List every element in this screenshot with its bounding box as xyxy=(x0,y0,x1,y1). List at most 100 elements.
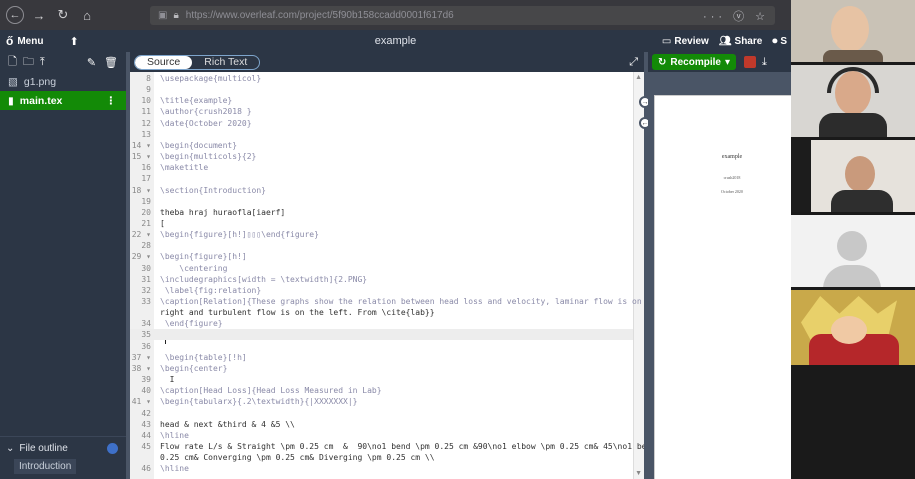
code-text: \section{Introduction} xyxy=(160,185,266,195)
file-item-g1-png[interactable]: ▧ g1.png xyxy=(0,72,126,91)
code-line[interactable]: 8 \usepackage{multicol} xyxy=(130,73,633,84)
code-line[interactable]: 38 ▾ \begin{center} xyxy=(130,363,633,374)
code-line[interactable]: 42 xyxy=(130,408,633,419)
delete-icon[interactable]: 🗑︎ xyxy=(104,56,118,69)
share-icon: 👥︎ xyxy=(718,35,732,47)
code-line[interactable]: 14 ▾ \begin{document} xyxy=(130,140,633,151)
code-text: \title{example} xyxy=(160,96,233,106)
code-line[interactable]: 29 ▾ \begin{figure}[h!] xyxy=(130,251,633,262)
code-line[interactable]: right and turbulent flow is on the left.… xyxy=(130,307,633,318)
code-line[interactable]: 10 \title{example} xyxy=(130,95,633,106)
code-line[interactable]: 37 ▾ \begin{table}[!h] xyxy=(130,352,633,363)
code-line[interactable]: 18 ▾ \section{Introduction} xyxy=(130,185,633,196)
editor-toolbar: Source Rich Text ⤢ xyxy=(130,52,644,72)
code-line[interactable]: 35 xyxy=(130,329,633,341)
code-line[interactable]: 31 \includegraphics[width = \textwidth]{2… xyxy=(130,274,633,285)
line-number: 8 xyxy=(146,74,151,83)
code-text: \begin{multicols}{2} xyxy=(160,152,257,162)
file-tree-sidebar: 🗋︎ 🗀︎ ⤒ ✎ 🗑︎ ▧ g1.png ▮ main.tex ⋮ xyxy=(0,52,126,479)
code-line[interactable]: 40 \caption[Head Loss]{Head Loss Measured… xyxy=(130,385,633,396)
code-line[interactable]: 28 xyxy=(130,240,633,251)
code-text: [ xyxy=(160,218,165,228)
source-mode-button[interactable]: Source xyxy=(135,55,193,69)
reload-icon[interactable]: ↻ xyxy=(54,6,72,24)
code-line[interactable]: 22 ▾ \begin{figure}[h!]▯▯▯\end{figure} xyxy=(130,229,633,240)
code-line[interactable]: 21 [ xyxy=(130,218,633,229)
code-line[interactable]: 9 xyxy=(130,84,633,95)
info-icon[interactable] xyxy=(107,443,118,454)
code-editor[interactable]: ▲ ▼ 8 \usepackage{multicol} 9 10 \title{exam… xyxy=(130,72,644,479)
recompile-button[interactable]: ↻ Recompile ▾ xyxy=(652,54,736,70)
code-text: \hline xyxy=(160,464,189,474)
file-item-main-tex[interactable]: ▮ main.tex ⋮ xyxy=(0,91,126,110)
chevron-down-icon: ⌄ xyxy=(6,443,15,454)
new-file-icon[interactable]: 🗋︎ xyxy=(8,53,17,72)
recompile-label: Recompile xyxy=(670,56,721,68)
line-number: 18 ▾ xyxy=(131,185,151,195)
rich-text-mode-button[interactable]: Rich Text xyxy=(192,56,259,69)
forward-icon[interactable]: → xyxy=(30,6,48,24)
review-button[interactable]: ▭ Review xyxy=(662,36,709,47)
new-folder-icon[interactable]: 🗀︎ xyxy=(23,53,34,72)
code-line[interactable]: 34 \end{figure} xyxy=(130,318,633,329)
code-line[interactable]: 30 \centering xyxy=(130,263,633,274)
pdf-page[interactable]: example crush2018 October 2020 xyxy=(654,95,808,479)
submit-label: S xyxy=(780,35,787,47)
line-number: 44 xyxy=(141,430,151,440)
line-number: 42 xyxy=(141,408,151,418)
submit-button[interactable]: ⏺ S xyxy=(772,36,787,47)
code-line[interactable]: 17 xyxy=(130,173,633,184)
code-text: \begin{center} xyxy=(160,363,228,373)
line-number: 31 xyxy=(141,274,151,284)
refresh-icon: ↻ xyxy=(658,56,667,68)
upload-icon[interactable]: ⤒ xyxy=(40,56,45,69)
overleaf-header: ő Menu ⬆ example ▭ Review 👥︎ Share ⏺ S xyxy=(0,30,791,52)
code-line[interactable]: 32 \label{fig:relation} xyxy=(130,285,633,296)
line-number: 13 xyxy=(141,129,151,139)
avatar-body xyxy=(823,265,881,287)
pdf-title: example xyxy=(721,154,743,160)
editor-scrollbar[interactable]: ▲ ▼ xyxy=(633,72,644,479)
home-arrow-icon[interactable]: ⬆ xyxy=(69,35,78,48)
code-line[interactable]: 13 xyxy=(130,129,633,140)
scroll-up-icon[interactable]: ▲ xyxy=(635,74,642,81)
address-bar[interactable]: ▣ 🔒︎ https://www.overleaf.com/project/5f… xyxy=(150,6,775,25)
code-line[interactable]: 46 \hline xyxy=(130,463,633,474)
shield-icon: ▣ xyxy=(158,10,168,21)
file-outline-header[interactable]: ⌄ File outline xyxy=(0,436,126,460)
video-tile-participant-3 xyxy=(791,140,915,212)
file-menu-icon[interactable]: ⋮ xyxy=(106,95,117,107)
code-line[interactable]: 41 ▾ \begin{tabularx}{.2\textwidth}{|XXXX… xyxy=(130,396,633,407)
code-line[interactable]: 33 \caption[Relation]{These graphs show t… xyxy=(130,296,641,307)
code-line[interactable]: 15 ▾ \begin{multicols}{2} xyxy=(130,151,633,162)
home-icon[interactable]: ⌂ xyxy=(78,6,96,24)
code-line[interactable]: 39 I xyxy=(130,374,633,385)
code-line[interactable]: 11 \author{crush2018 } xyxy=(130,106,633,117)
scroll-down-icon[interactable]: ▼ xyxy=(635,470,642,477)
outline-item-introduction[interactable]: Introduction xyxy=(14,459,77,474)
code-line[interactable]: 44 \hline xyxy=(130,430,633,441)
back-icon[interactable]: ← xyxy=(6,6,24,24)
page-actions-icons[interactable]: ··· ⓥ ☆ xyxy=(703,8,769,24)
logs-icon[interactable] xyxy=(744,55,756,68)
code-line[interactable]: 0.25 cm& Converging \pm 0.25 cm& Divergi… xyxy=(130,452,633,463)
menu-button[interactable]: ő Menu xyxy=(6,34,43,48)
review-icon: ▭ xyxy=(661,35,672,47)
expand-icon[interactable]: ⤢ xyxy=(629,56,638,69)
code-line[interactable]: 45 Flow rate L/s & Straight \pm 0.25 cm &… xyxy=(130,441,644,452)
code-line[interactable]: 43 head & next &third & 4 &5 \\ xyxy=(130,419,633,430)
line-number: 35 xyxy=(141,330,151,340)
download-icon[interactable]: ⤓ xyxy=(762,56,767,69)
code-line[interactable]: 19 xyxy=(130,196,633,207)
line-number: 29 ▾ xyxy=(131,252,151,262)
code-line[interactable]: 20 theba hraj huraofla[iaerf] xyxy=(130,207,633,218)
rename-icon[interactable]: ✎ xyxy=(87,56,96,69)
code-text: \begin{table}[!h] xyxy=(160,352,247,362)
code-line[interactable]: 12 \date{October 2020} xyxy=(130,118,633,129)
file-icon: ▮ xyxy=(8,94,14,107)
share-button[interactable]: 👥︎ Share xyxy=(719,36,763,47)
code-line[interactable]: 36 xyxy=(130,341,633,352)
chevron-down-icon[interactable]: ▾ xyxy=(725,57,730,68)
code-line[interactable]: 16 \maketitle xyxy=(130,162,633,173)
